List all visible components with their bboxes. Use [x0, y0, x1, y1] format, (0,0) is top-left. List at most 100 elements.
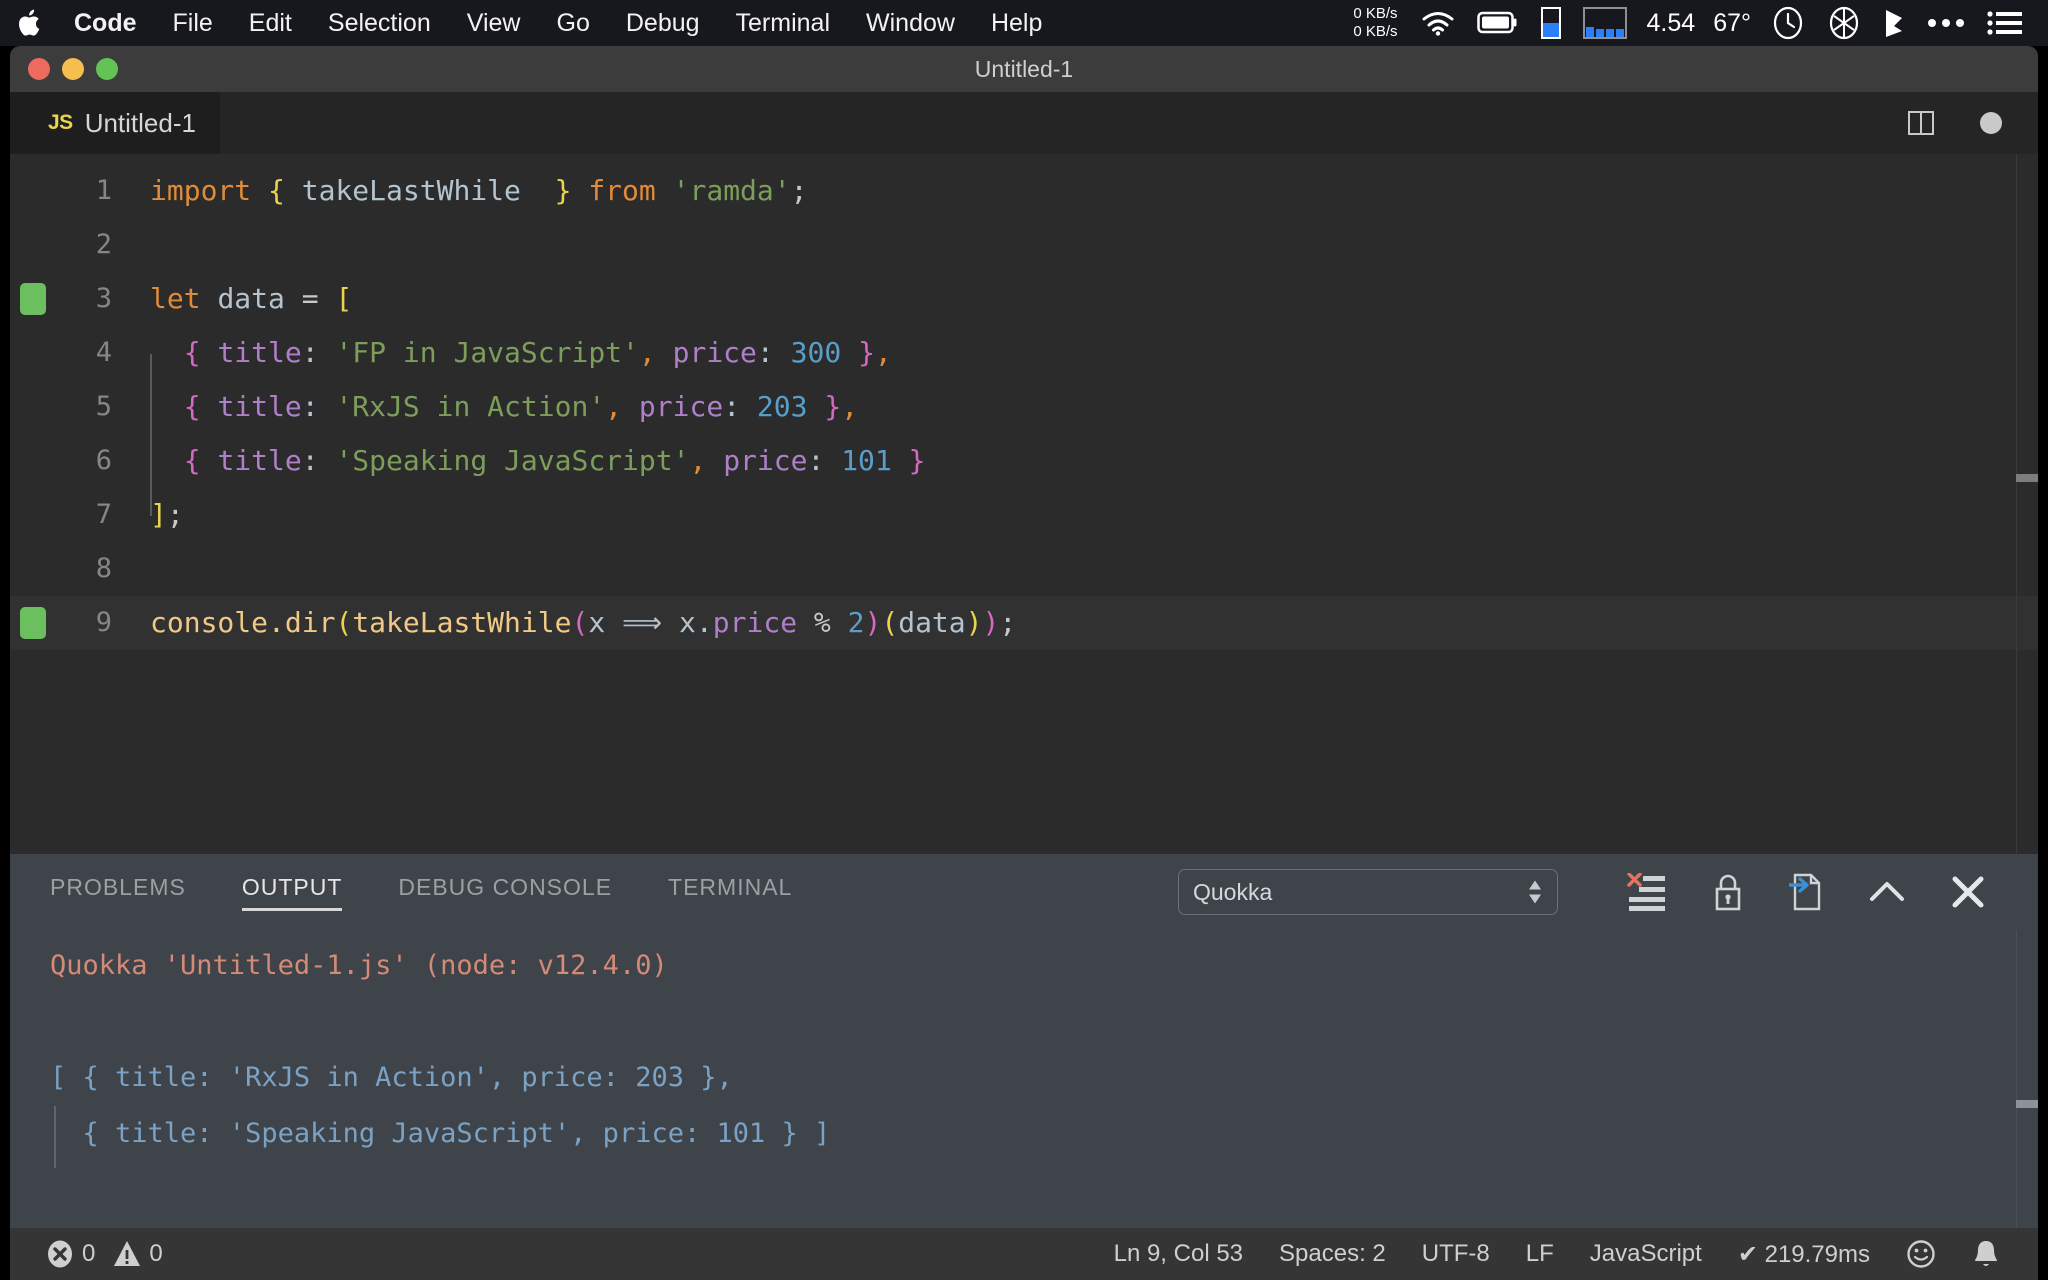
token-punct: . [268, 606, 285, 639]
editor-scrollbar-thumb[interactable] [2016, 474, 2038, 482]
list-icon[interactable] [1987, 9, 2023, 37]
token-punct: . [695, 606, 713, 639]
token-property: price [638, 390, 724, 423]
vscode-window-root: Code File Edit Selection View Go Debug T… [0, 0, 2048, 1280]
wifi-icon[interactable] [1421, 10, 1455, 36]
token-punct: ; [999, 606, 1017, 639]
network-speed-indicator[interactable]: 0 KB/s 0 KB/s [1353, 5, 1397, 41]
smiley-icon[interactable] [1888, 1239, 1954, 1269]
close-panel-icon[interactable] [1951, 875, 1985, 909]
tab-terminal[interactable]: TERMINAL [666, 868, 794, 917]
token-string: 'RxJS in Action' [335, 390, 606, 423]
line-text: { title: 'Speaking JavaScript', price: 1… [128, 434, 926, 488]
apple-logo-icon[interactable] [16, 7, 44, 39]
code-editor[interactable]: 1 import { takeLastWhile } from 'ramda';… [10, 154, 2038, 854]
error-count: 0 [82, 1240, 96, 1267]
output-channel-value: Quokka [1193, 878, 1273, 905]
token-punct: : [807, 444, 825, 477]
memory-gauge-icon[interactable] [1540, 7, 1561, 39]
ellipsis-icon[interactable] [1927, 17, 1965, 29]
token-bracket: [ [335, 282, 353, 315]
menu-window[interactable]: Window [848, 10, 973, 36]
line-number: 4 [95, 337, 112, 368]
macos-menu-bar: Code File Edit Selection View Go Debug T… [0, 0, 2048, 46]
aperture-icon[interactable] [1827, 6, 1861, 40]
token-property: title [217, 390, 302, 423]
line-number: 8 [95, 553, 112, 584]
load-average-value[interactable]: 4.54 [1647, 9, 1696, 38]
menu-help[interactable]: Help [973, 10, 1060, 36]
status-quokka-time[interactable]: ✔ 219.79ms [1720, 1240, 1888, 1269]
code-line-4: 4 { title: 'FP in JavaScript', price: 30… [10, 326, 2038, 380]
token-keyword: from [588, 174, 656, 207]
code-line-5: 5 { title: 'RxJS in Action', price: 203 … [10, 380, 2038, 434]
split-editor-icon[interactable] [1908, 111, 1934, 135]
token-punct: : [723, 390, 741, 423]
tab-debug-console[interactable]: DEBUG CONSOLE [396, 868, 614, 917]
status-problems[interactable]: 0 0 [28, 1239, 181, 1269]
editor-scrollbar[interactable] [2016, 154, 2038, 854]
status-bar: 0 0 Ln 9, Col 53 Spaces: 2 UTF-8 LF Java… [10, 1228, 2038, 1280]
line-number: 1 [95, 175, 112, 206]
javascript-file-icon: JS [48, 111, 73, 134]
quokka-coverage-marker [20, 283, 46, 315]
menu-edit[interactable]: Edit [231, 10, 310, 36]
token-operator: % [813, 606, 831, 639]
editor-tab-untitled-1[interactable]: JS Untitled-1 [10, 92, 220, 154]
token-method: dir [284, 606, 336, 639]
menu-debug[interactable]: Debug [608, 10, 718, 36]
token-brace: } [858, 336, 875, 369]
token-keyword: let [150, 282, 201, 315]
token-brace: { [183, 390, 201, 423]
application-window: Untitled-1 JS Untitled-1 1 import { take… [10, 46, 2038, 1280]
clear-output-icon[interactable] [1627, 873, 1667, 911]
tab-output[interactable]: OUTPUT [240, 868, 345, 917]
maximize-panel-icon[interactable] [1869, 879, 1905, 905]
editor-tab-actions [1908, 111, 2038, 135]
menu-code[interactable]: Code [66, 10, 155, 36]
cpu-history-icon[interactable] [1582, 7, 1627, 39]
clock-icon[interactable] [1771, 6, 1805, 40]
token-number: 101 [841, 444, 892, 477]
token-punct: , [638, 336, 656, 369]
token-operator: = [301, 282, 319, 315]
code-line-2: 2 [10, 218, 2038, 272]
battery-icon[interactable] [1476, 11, 1519, 35]
token-property: title [217, 444, 302, 477]
menu-view[interactable]: View [449, 10, 539, 36]
status-indentation[interactable]: Spaces: 2 [1261, 1240, 1404, 1268]
line-text: import { takeLastWhile } from 'ramda'; [128, 164, 808, 218]
shape-icon[interactable] [1883, 6, 1905, 40]
token-paren: ) [864, 606, 882, 639]
unsaved-dot-icon[interactable] [1980, 112, 2002, 134]
line-number: 2 [95, 229, 112, 260]
token-identifier: data [898, 606, 966, 639]
menu-go[interactable]: Go [539, 10, 608, 36]
menu-file[interactable]: File [155, 10, 231, 36]
warning-triangle-icon [113, 1239, 141, 1269]
temperature-value[interactable]: 67° [1713, 9, 1751, 38]
lock-icon[interactable] [1713, 872, 1743, 912]
panel-scrollbar-thumb[interactable] [2016, 1100, 2038, 1108]
token-brace: } [554, 174, 572, 207]
network-upload-speed: 0 KB/s [1353, 5, 1398, 22]
status-encoding[interactable]: UTF-8 [1404, 1240, 1508, 1268]
status-language-mode[interactable]: JavaScript [1572, 1240, 1720, 1268]
status-cursor-position[interactable]: Ln 9, Col 53 [1096, 1240, 1261, 1268]
menu-selection[interactable]: Selection [310, 10, 449, 36]
bell-icon[interactable] [1954, 1238, 2018, 1270]
open-in-editor-icon[interactable] [1789, 872, 1823, 912]
menu-terminal[interactable]: Terminal [718, 10, 848, 36]
output-content[interactable]: Quokka 'Untitled-1.js' (node: v12.4.0) [… [10, 930, 2038, 1168]
chevron-updown-icon [1527, 880, 1543, 904]
tab-problems[interactable]: PROBLEMS [48, 868, 188, 917]
line-number: 6 [95, 445, 112, 476]
code-line-3: 3 let data = [ [10, 272, 2038, 326]
status-eol[interactable]: LF [1508, 1240, 1572, 1268]
token-paren: ( [335, 606, 353, 639]
output-channel-select[interactable]: Quokka [1178, 869, 1558, 915]
line-text: console.dir(takeLastWhile(x ⟹ x.price % … [128, 596, 1016, 650]
bottom-panel: PROBLEMS OUTPUT DEBUG CONSOLE TERMINAL Q… [10, 854, 2038, 1280]
token-brace: { [183, 444, 201, 477]
warning-count: 0 [149, 1240, 163, 1267]
